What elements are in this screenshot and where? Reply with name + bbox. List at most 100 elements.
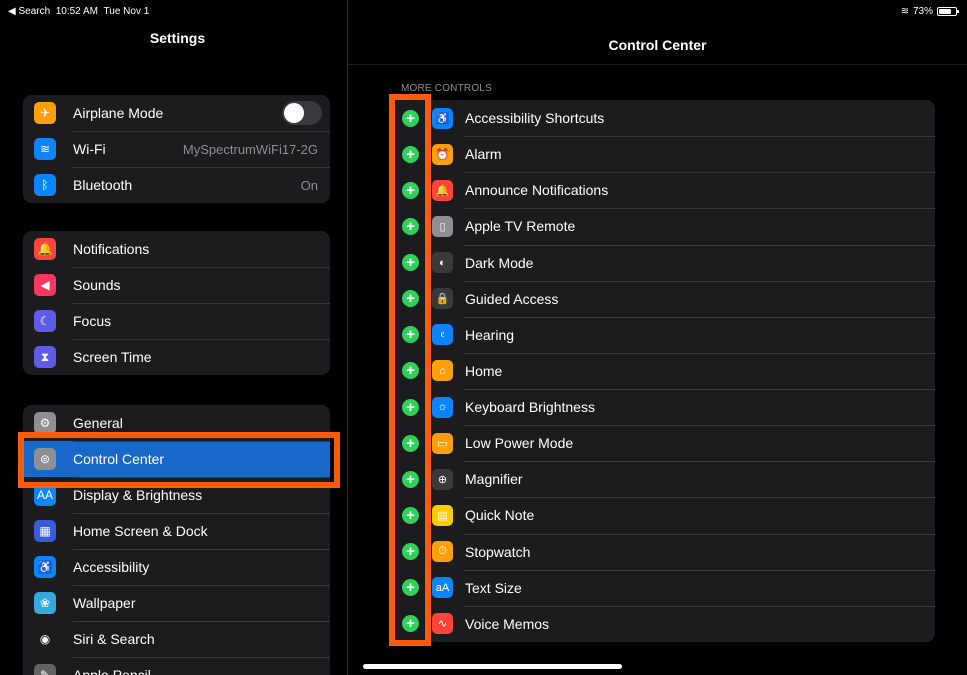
control-label: Alarm <box>465 146 502 163</box>
sidebar-item-label: Screen Time <box>73 349 152 365</box>
flower-icon: ❀ <box>34 592 56 614</box>
control-label: Voice Memos <box>465 615 550 632</box>
settings-sidebar: Settings ✈ Airplane Mode ≋ Wi-Fi MySpectrumW… <box>8 0 347 675</box>
sidebar-item-airplane-mode[interactable]: ✈ Airplane Mode <box>23 95 330 131</box>
sidebar-item-label: Airplane Mode <box>73 105 164 121</box>
keyboard-brightness-icon: ☼ <box>432 396 453 418</box>
control-row-announce-notifications: + 🔔 Announce Notifications <box>389 172 935 208</box>
control-label: Apple TV Remote <box>465 218 576 235</box>
sidebar-item-value: On <box>300 177 318 193</box>
status-bar: ◀ Search 10:52 AM Tue Nov 1 ≋ 73% <box>0 0 967 22</box>
note-icon: ▤ <box>432 504 453 526</box>
dark-mode-icon: ◐ <box>432 252 453 274</box>
detail-pane: Control Center MORE CONTROLS + ♿ Accessibi… <box>348 0 967 675</box>
back-to-search-link[interactable]: ◀ Search <box>8 6 50 17</box>
sidebar-item-label: Bluetooth <box>73 177 133 193</box>
control-label: Magnifier <box>465 471 523 488</box>
sidebar-item-label: Accessibility <box>73 559 150 575</box>
remote-icon: ▯ <box>432 215 453 237</box>
control-row-quick-note: + ▤ Quick Note <box>389 497 935 533</box>
status-date: Tue Nov 1 <box>103 6 150 17</box>
control-label: Quick Note <box>465 507 535 524</box>
more-controls-list: + ♿ Accessibility Shortcuts + ⏰ Alarm + 🔔 Announ… <box>389 100 935 642</box>
sidebar-item-label: Wallpaper <box>73 595 136 611</box>
home-icon: ⌂ <box>432 360 453 382</box>
siri-icon: ◉ <box>34 628 56 650</box>
control-row-magnifier: + ⊕ Magnifier <box>389 461 935 497</box>
sidebar-group-notifications: 🔔 Notifications ◀ Sounds ☾ Focus ⧗ Screen Time <box>23 231 330 375</box>
control-row-stopwatch: + ⏱ Stopwatch <box>389 533 935 570</box>
sidebar-item-siri-and-search[interactable]: ◉ Siri & Search <box>23 621 330 657</box>
sidebar-item-label: Wi-Fi <box>73 141 106 157</box>
grid-icon: ▦ <box>34 520 56 542</box>
wifi-icon: ≋ <box>34 138 56 160</box>
sidebar-item-focus[interactable]: ☾ Focus <box>23 303 330 339</box>
page-title: Control Center <box>608 37 707 53</box>
control-row-low-power-mode: + ▭ Low Power Mode <box>389 425 935 461</box>
sidebar-item-accessibility[interactable]: ♿ Accessibility <box>23 549 330 585</box>
waveform-icon: ∿ <box>432 613 453 635</box>
control-row-guided-access: + 🔒 Guided Access <box>389 280 935 317</box>
control-label: Keyboard Brightness <box>465 399 595 416</box>
sidebar-item-screen-time[interactable]: ⧗ Screen Time <box>23 339 330 375</box>
announce-icon: 🔔 <box>432 179 453 201</box>
speaker-icon: ◀ <box>34 274 56 296</box>
battery-icon: ▭ <box>432 432 453 454</box>
control-row-home: + ⌂ Home <box>389 352 935 389</box>
sidebar-item-label: Focus <box>73 313 112 329</box>
sidebar-item-value: MySpectrumWiFi17-2G <box>182 141 318 157</box>
stopwatch-icon: ⏱ <box>432 541 453 563</box>
wifi-icon: ≋ <box>900 6 909 17</box>
sidebar-item-notifications[interactable]: 🔔 Notifications <box>23 231 330 267</box>
sidebar-item-label: Apple Pencil <box>73 667 151 675</box>
control-row-hearing: + 𝔢 Hearing <box>389 316 935 353</box>
battery-percent: 73% <box>912 6 933 17</box>
highlight-box-add-buttons <box>389 94 431 646</box>
lock-icon: 🔒 <box>432 288 453 310</box>
magnifier-icon: ⊕ <box>432 468 453 490</box>
control-row-text-size: + aA Text Size <box>389 569 935 606</box>
control-label: Home <box>465 362 503 379</box>
sidebar-item-wallpaper[interactable]: ❀ Wallpaper <box>23 585 330 621</box>
bluetooth-icon: ᛒ <box>34 174 56 196</box>
sidebar-item-wi-fi[interactable]: ≋ Wi-Fi MySpectrumWiFi17-2G <box>23 131 330 167</box>
bell-icon: 🔔 <box>34 238 56 260</box>
alarm-icon: ⏰ <box>432 143 453 165</box>
section-header-more-controls: MORE CONTROLS <box>401 83 492 94</box>
sidebar-item-label: Notifications <box>73 241 150 257</box>
moon-icon: ☾ <box>34 310 56 332</box>
control-label: Low Power Mode <box>465 435 574 452</box>
control-row-apple-tv-remote: + ▯ Apple TV Remote <box>389 208 935 244</box>
sidebar-group-connectivity: ✈ Airplane Mode ≋ Wi-Fi MySpectrumWiFi17-2G ᛒ… <box>23 95 330 203</box>
control-row-dark-mode: + ◐ Dark Mode <box>389 244 935 281</box>
control-label: Accessibility Shortcuts <box>465 110 605 127</box>
sidebar-item-home-screen-and-dock[interactable]: ▦ Home Screen & Dock <box>23 513 330 549</box>
status-time: 10:52 AM <box>55 6 98 17</box>
sidebar-item-label: Siri & Search <box>73 631 155 647</box>
sidebar-item-apple-pencil[interactable]: ✎ Apple Pencil <box>23 657 330 675</box>
control-label: Dark Mode <box>465 254 534 271</box>
sidebar-item-label: Home Screen & Dock <box>73 523 208 539</box>
control-row-voice-memos: + ∿ Voice Memos <box>389 605 935 642</box>
sidebar-item-label: General <box>73 415 123 431</box>
pencil-icon: ✎ <box>34 664 56 675</box>
control-label: Announce Notifications <box>465 182 609 199</box>
home-indicator[interactable] <box>363 664 622 669</box>
nav-bar-separator <box>348 64 967 65</box>
sidebar-item-label: Display & Brightness <box>73 487 203 503</box>
sidebar-title: Settings <box>149 30 206 46</box>
control-row-alarm: + ⏰ Alarm <box>389 136 935 172</box>
control-label: Guided Access <box>465 290 559 307</box>
hourglass-icon: ⧗ <box>34 346 56 368</box>
sidebar-item-bluetooth[interactable]: ᛒ Bluetooth On <box>23 167 330 203</box>
status-left[interactable]: ◀ Search 10:52 AM Tue Nov 1 <box>8 6 149 17</box>
sidebar-item-sounds[interactable]: ◀ Sounds <box>23 267 330 303</box>
airplane-mode-toggle[interactable] <box>282 101 322 125</box>
control-label: Stopwatch <box>465 543 531 560</box>
sidebar-item-label: Sounds <box>73 277 121 293</box>
control-row-accessibility-shortcuts: + ♿ Accessibility Shortcuts <box>389 100 935 136</box>
battery-icon <box>937 7 959 16</box>
control-label: Text Size <box>465 579 522 596</box>
gear-icon: ⚙ <box>34 412 56 434</box>
ear-icon: 𝔢 <box>432 324 453 346</box>
